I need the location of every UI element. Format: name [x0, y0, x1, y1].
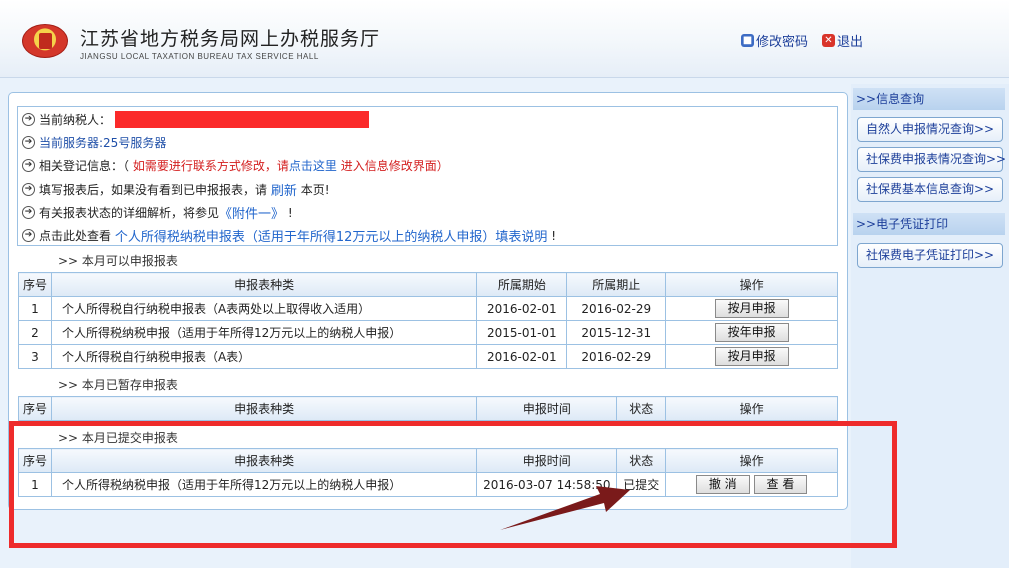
logout-link[interactable]: ✕ 退出: [822, 31, 863, 50]
arrow-circle-icon: ➔: [22, 113, 35, 126]
table-header-row: 序号 申报表种类 申报时间 状态 操作: [18, 396, 838, 421]
arrow-circle-icon: ➔: [22, 159, 35, 172]
registration-note-end: 进入信息修改界面）: [340, 159, 449, 173]
site-subtitle: JIANGSU LOCAL TAXATION BUREAU TAX SERVIC…: [80, 52, 319, 61]
monthly-declare-button[interactable]: 按月申报: [714, 299, 789, 318]
row-number: 2: [18, 320, 52, 345]
sidebar-item-social-insurance-basic-query[interactable]: 社保费基本信息查询>>: [857, 177, 1003, 202]
col-header: 申报表种类: [50, 272, 478, 297]
row-number: 3: [18, 344, 52, 369]
table-row: 2 个人所得税纳税申报（适用于年所得12万元以上的纳税人申报） 2015-01-…: [18, 320, 838, 345]
tax-bureau-logo: [22, 24, 68, 58]
saved-forms-table: 序号 申报表种类 申报时间 状态 操作: [18, 396, 838, 421]
col-header: 操作: [665, 396, 838, 421]
form-type: 个人所得税纳税申报（适用于年所得12万元以上的纳税人申报）: [50, 320, 478, 345]
arrow-circle-icon: ➔: [22, 229, 35, 242]
taxpayer-row: ➔ 当前纳税人：: [22, 111, 370, 128]
change-password-link[interactable]: ■ 修改密码: [741, 31, 808, 50]
arrow-circle-icon: ➔: [22, 206, 35, 219]
arrow-circle-icon: ➔: [22, 183, 35, 196]
row-number: 1: [18, 296, 52, 321]
server-info: 当前服务器:25号服务器: [39, 136, 167, 150]
available-forms-table: 序号 申报表种类 所属期始 所属期止 操作 1 个人所得税自行纳税申报表（A表两…: [18, 272, 838, 369]
refresh-hint-end: 本页!: [300, 183, 330, 197]
form-type: 个人所得税自行纳税申报表（A表）: [50, 344, 478, 369]
attachment-hint: 有关报表状态的详细解析，将参见: [39, 206, 220, 220]
available-section-title: >> 本月可以申报报表: [58, 254, 178, 268]
saved-section-title: >> 本月已暂存申报表: [58, 378, 178, 392]
col-header: 所属期始: [476, 272, 568, 297]
lock-icon: ■: [741, 34, 754, 47]
refresh-hint: 填写报表后，如果没有看到已申报报表，请: [39, 183, 268, 197]
site-title: 江苏省地方税务局网上办税服务厅: [80, 28, 381, 50]
change-password-label: 修改密码: [756, 35, 809, 50]
instructions-hint: 点击此处查看: [39, 229, 112, 243]
taxpayer-label: 当前纳税人：: [39, 113, 112, 127]
col-header: 序号: [18, 396, 52, 421]
form-type: 个人所得税自行纳税申报表（A表两处以上取得收入适用）: [50, 296, 478, 321]
col-header: 序号: [18, 272, 52, 297]
sidebar-item-personal-declaration-query[interactable]: 自然人申报情况查询>>: [857, 117, 1003, 142]
period-start: 2016-02-01: [476, 296, 568, 321]
refresh-row: ➔ 填写报表后，如果没有看到已申报报表，请 刷新 本页!: [22, 180, 330, 199]
sidebar-item-social-insurance-form-query[interactable]: 社保费申报表情况查询>>: [857, 147, 1006, 172]
attachment-hint-end: !: [287, 205, 293, 220]
redacted-taxpayer-name: [115, 111, 370, 128]
action-cell: 按月申报: [665, 344, 838, 369]
sidebar-print-heading: >>电子凭证打印: [853, 213, 1005, 235]
refresh-link[interactable]: 刷新: [271, 180, 297, 199]
sidebar-info-query-heading: >>信息查询: [853, 88, 1005, 110]
server-row: ➔ 当前服务器:25号服务器: [22, 134, 166, 151]
registration-note: 如需要进行联系方式修改，请: [132, 159, 289, 173]
col-header: 状态: [616, 396, 667, 421]
registration-row: ➔ 相关登记信息：（ 如需要进行联系方式修改，请 点击这里 进入信息修改界面）: [22, 157, 449, 174]
action-cell: 按月申报: [665, 296, 838, 321]
highlight-frame: [9, 421, 897, 548]
period-start: 2016-02-01: [476, 344, 568, 369]
header: 江苏省地方税务局网上办税服务厅 JIANGSU LOCAL TAXATION B…: [0, 0, 1009, 78]
sidebar-item-social-insurance-voucher-print[interactable]: 社保费电子凭证打印>>: [857, 243, 1003, 268]
attachment-row: ➔ 有关报表状态的详细解析，将参见 《附件一》 !: [22, 203, 293, 222]
period-end: 2016-02-29: [566, 296, 667, 321]
period-end: 2015-12-31: [566, 320, 667, 345]
instructions-row: ➔ 点击此处查看 个人所得税纳税申报表（适用于年所得12万元以上的纳税人申报）填…: [22, 226, 556, 245]
monthly-declare-button[interactable]: 按月申报: [714, 347, 789, 366]
col-header: 操作: [665, 272, 838, 297]
period-end: 2016-02-29: [566, 344, 667, 369]
col-header: 申报表种类: [50, 396, 478, 421]
table-row: 3 个人所得税自行纳税申报表（A表） 2016-02-01 2016-02-29…: [18, 344, 838, 369]
logout-label: 退出: [837, 35, 864, 50]
table-row: 1 个人所得税自行纳税申报表（A表两处以上取得收入适用） 2016-02-01 …: [18, 296, 838, 321]
col-header: 所属期止: [566, 272, 667, 297]
registration-label: 相关登记信息：（: [39, 159, 130, 173]
arrow-circle-icon: ➔: [22, 136, 35, 149]
annual-declare-button[interactable]: 按年申报: [714, 323, 789, 342]
instructions-link[interactable]: 个人所得税纳税申报表（适用于年所得12万元以上的纳税人申报）填表说明: [115, 226, 548, 245]
action-cell: 按年申报: [665, 320, 838, 345]
table-header-row: 序号 申报表种类 所属期始 所属期止 操作: [18, 272, 838, 297]
exit-icon: ✕: [822, 34, 835, 47]
notice-box: ➔ 当前纳税人： ➔ 当前服务器:25号服务器 ➔ 相关登记信息：（ 如需要进行…: [17, 106, 838, 246]
period-start: 2015-01-01: [476, 320, 568, 345]
instructions-hint-end: !: [551, 228, 557, 243]
col-header: 申报时间: [476, 396, 618, 421]
click-here-link[interactable]: 点击这里: [289, 157, 337, 174]
attachment-link[interactable]: 《附件一》: [219, 203, 284, 222]
